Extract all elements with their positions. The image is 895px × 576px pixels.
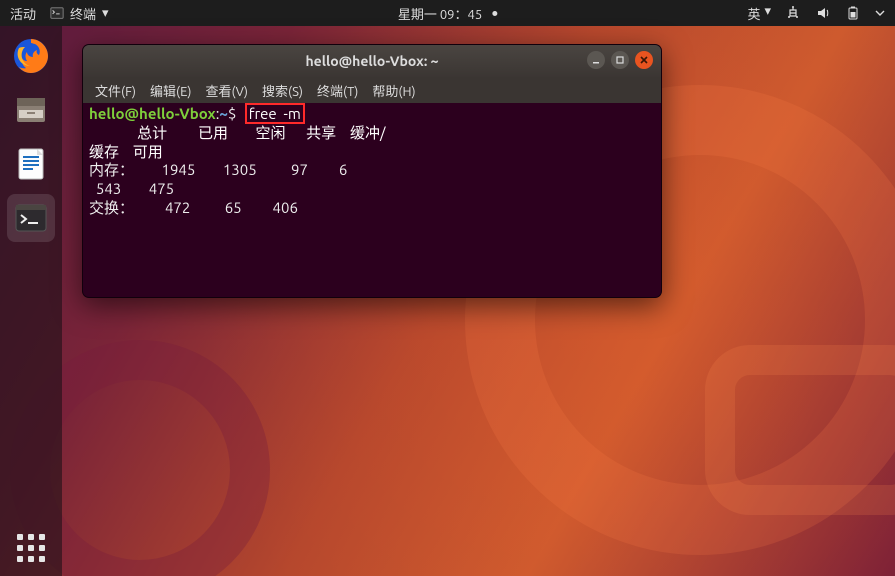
clock[interactable]: 星期一 09：45 bbox=[398, 4, 497, 23]
notification-dot-icon bbox=[492, 11, 497, 16]
menu-file[interactable]: 文件(F) bbox=[95, 81, 136, 100]
menu-edit[interactable]: 编辑(E) bbox=[150, 81, 191, 100]
dock-item-terminal[interactable] bbox=[7, 194, 55, 242]
window-close-button[interactable] bbox=[635, 51, 653, 69]
volume-icon[interactable] bbox=[815, 5, 831, 21]
dock-item-writer[interactable] bbox=[7, 140, 55, 188]
window-title: hello@hello-Vbox: ~ bbox=[305, 53, 438, 69]
menu-help[interactable]: 帮助(H) bbox=[372, 81, 415, 100]
free-swap-row: 交换： 472 65 406 bbox=[89, 199, 298, 216]
window-menubar: 文件(F) 编辑(E) 查看(V) 搜索(S) 终端(T) 帮助(H) bbox=[83, 77, 661, 103]
terminal-body[interactable]: hello@hello-Vbox:~$ free -m 总计 已用 空闲 共享 … bbox=[83, 103, 661, 220]
free-header-row: 总计 已用 空闲 共享 缓冲/ 缓存 可用 bbox=[89, 124, 385, 160]
ime-label: 英 bbox=[747, 4, 760, 23]
top-bar: 活动 终端 ▾ 星期一 09：45 英 ▾ bbox=[0, 0, 895, 26]
chevron-down-icon: ▾ bbox=[102, 6, 109, 21]
libreoffice-writer-icon bbox=[11, 144, 51, 184]
apps-grid-icon bbox=[17, 534, 45, 562]
minimize-icon bbox=[591, 55, 601, 65]
prompt-symbol: $ bbox=[228, 105, 236, 122]
clock-label: 星期一 09：45 bbox=[398, 4, 482, 23]
maximize-icon bbox=[615, 55, 625, 65]
command-highlight: free -m bbox=[245, 103, 305, 124]
window-minimize-button[interactable] bbox=[587, 51, 605, 69]
close-icon bbox=[639, 55, 649, 65]
dock bbox=[0, 26, 62, 576]
window-titlebar[interactable]: hello@hello-Vbox: ~ bbox=[83, 45, 661, 77]
activities-button[interactable]: 活动 bbox=[10, 4, 36, 23]
files-icon bbox=[11, 90, 51, 130]
chevron-down-icon: ▾ bbox=[764, 4, 771, 23]
dock-item-files[interactable] bbox=[7, 86, 55, 134]
app-menu[interactable]: 终端 ▾ bbox=[50, 4, 109, 23]
ime-indicator[interactable]: 英 ▾ bbox=[747, 4, 771, 23]
menu-search[interactable]: 搜索(S) bbox=[262, 81, 303, 100]
dock-item-firefox[interactable] bbox=[7, 32, 55, 80]
menu-terminal[interactable]: 终端(T) bbox=[317, 81, 358, 100]
menu-view[interactable]: 查看(V) bbox=[206, 81, 248, 100]
free-mem-row: 内存： 1945 1305 97 6 543 475 bbox=[89, 161, 347, 197]
prompt-user: hello@hello-Vbox bbox=[89, 105, 216, 122]
app-menu-label: 终端 bbox=[70, 4, 96, 23]
battery-icon[interactable] bbox=[845, 5, 861, 21]
dock-apps-button[interactable] bbox=[0, 534, 62, 562]
terminal-icon bbox=[11, 198, 51, 238]
terminal-window: hello@hello-Vbox: ~ 文件(F) 编辑(E) 查看(V) 搜索… bbox=[82, 44, 662, 298]
prompt-path: ~ bbox=[219, 105, 227, 122]
firefox-icon bbox=[11, 36, 51, 76]
network-icon[interactable] bbox=[785, 5, 801, 21]
chevron-down-icon[interactable] bbox=[875, 8, 885, 18]
terminal-small-icon bbox=[50, 6, 64, 20]
window-maximize-button[interactable] bbox=[611, 51, 629, 69]
